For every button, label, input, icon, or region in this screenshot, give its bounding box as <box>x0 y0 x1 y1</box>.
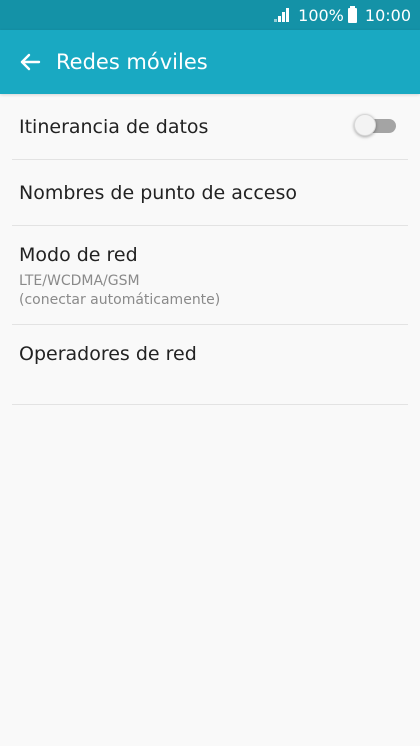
page-title: Redes móviles <box>56 50 208 74</box>
data-roaming-label: Itinerancia de datos <box>19 115 209 138</box>
toggle-thumb <box>354 114 376 136</box>
access-point-names-row[interactable]: Nombres de punto de acceso <box>12 160 408 226</box>
signal-bars-icon <box>274 8 290 22</box>
network-operators-label: Operadores de red <box>19 343 197 365</box>
network-mode-row[interactable]: Modo de red LTE/WCDMA/GSM (conectar auto… <box>12 226 408 325</box>
back-button[interactable] <box>10 42 50 82</box>
arrow-left-icon <box>20 53 41 71</box>
network-mode-value: LTE/WCDMA/GSM <box>19 273 140 289</box>
status-bar: 100% 10:00 <box>0 0 420 30</box>
clock: 10:00 <box>364 5 411 25</box>
app-bar: Redes móviles <box>0 30 420 94</box>
battery-percent: 100% <box>298 5 344 25</box>
data-roaming-row[interactable]: Itinerancia de datos <box>12 94 408 160</box>
data-roaming-toggle[interactable] <box>354 114 398 136</box>
access-point-names-label: Nombres de punto de acceso <box>19 181 298 204</box>
settings-list: Itinerancia de datos Nombres de punto de… <box>0 94 420 405</box>
network-mode-value-note: (conectar automáticamente) <box>19 292 221 308</box>
network-mode-label: Modo de red <box>19 244 138 266</box>
battery-icon <box>347 5 357 23</box>
network-operators-row[interactable]: Operadores de red <box>12 325 408 405</box>
